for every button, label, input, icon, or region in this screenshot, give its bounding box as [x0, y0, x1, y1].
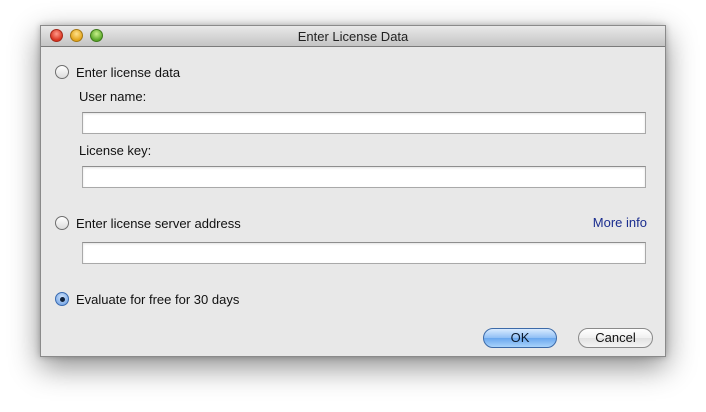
window-title: Enter License Data	[297, 29, 409, 44]
more-info-link[interactable]: More info	[593, 215, 647, 230]
radio-button-evaluate[interactable]	[55, 292, 69, 306]
license-dialog: Enter License Data Enter license data Us…	[40, 25, 666, 357]
radio-button-license-server[interactable]	[55, 216, 69, 230]
radio-button-license-data[interactable]	[55, 65, 69, 79]
radio-option-evaluate[interactable]: Evaluate for free for 30 days	[55, 290, 239, 308]
radio-option-license-server[interactable]: Enter license server address	[55, 214, 241, 232]
cancel-button[interactable]: Cancel	[578, 328, 653, 348]
license-key-input[interactable]	[82, 166, 646, 188]
license-server-address-input[interactable]	[82, 242, 646, 264]
license-key-label: License key:	[79, 143, 152, 158]
user-name-input[interactable]	[82, 112, 646, 134]
user-name-label: User name:	[79, 89, 147, 104]
radio-label-license-server: Enter license server address	[76, 215, 241, 231]
title-bar[interactable]: Enter License Data	[41, 26, 665, 47]
radio-label-evaluate: Evaluate for free for 30 days	[76, 291, 240, 307]
radio-label-license-data: Enter license data	[76, 64, 181, 80]
radio-option-license-data[interactable]: Enter license data	[55, 63, 180, 81]
ok-button[interactable]: OK	[483, 328, 557, 348]
